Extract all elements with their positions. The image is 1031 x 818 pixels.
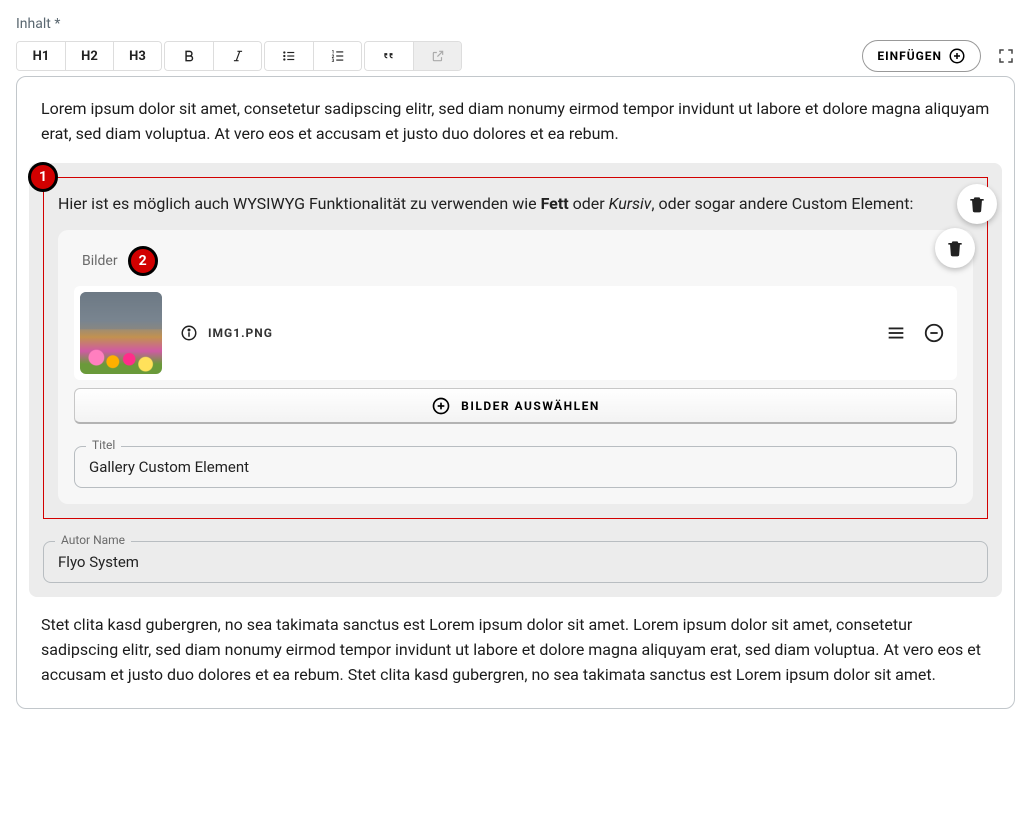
- select-images-label: BILDER AUSWÄHLEN: [461, 399, 600, 413]
- paragraph-top: Lorem ipsum dolor sit amet, consetetur s…: [41, 97, 990, 147]
- heading-group: H1 H2 H3: [16, 41, 162, 71]
- ordered-list-icon: 123: [330, 49, 346, 63]
- format-group: [164, 41, 262, 71]
- gallery-header-label: Bilder: [82, 253, 118, 269]
- text-fragment: , oder sogar andere Custom Element:: [651, 194, 913, 213]
- image-row-actions: [885, 322, 945, 344]
- fullscreen-button[interactable]: [997, 47, 1015, 65]
- misc-group: [364, 41, 462, 71]
- custom-element-block: 1 Hier ist es möglich auch WYSIWYG Funkt…: [29, 163, 1002, 598]
- author-input[interactable]: [43, 541, 988, 583]
- text-fragment: Hier ist es möglich auch WYSIWYG Funktio…: [58, 194, 541, 213]
- select-images-button[interactable]: BILDER AUSWÄHLEN: [74, 388, 957, 424]
- italic-button[interactable]: [213, 42, 261, 70]
- info-icon[interactable]: [180, 324, 198, 342]
- highlight-box: 1 Hier ist es möglich auch WYSIWYG Funkt…: [43, 177, 988, 520]
- insert-button[interactable]: EINFÜGEN: [862, 40, 981, 72]
- image-row: IMG1.PNG: [74, 286, 957, 380]
- delete-gallery-button[interactable]: [935, 228, 975, 268]
- gallery-card: Bilder 2 IMG1.PNG BILDER: [58, 230, 973, 504]
- insert-button-label: EINFÜGEN: [877, 49, 942, 63]
- text-fragment: oder: [569, 194, 609, 213]
- image-meta: IMG1.PNG: [180, 324, 867, 342]
- paragraph-bottom: Stet clita kasd gubergren, no sea takima…: [41, 613, 990, 687]
- annotation-badge-1: 1: [28, 162, 58, 192]
- annotation-badge-2: 2: [128, 246, 158, 276]
- field-label: Inhalt *: [16, 16, 1015, 32]
- custom-element-description: Hier ist es möglich auch WYSIWYG Funktio…: [58, 192, 973, 217]
- list-group: 123: [264, 41, 362, 71]
- italic-sample: Kursiv: [609, 194, 652, 213]
- fullscreen-icon: [997, 47, 1015, 65]
- bold-icon: [182, 49, 196, 63]
- editor-toolbar: H1 H2 H3 123 EINFÜGEN: [16, 40, 1015, 72]
- bullet-list-icon: [281, 49, 297, 63]
- toolbar-left: H1 H2 H3 123: [16, 41, 464, 71]
- trash-icon: [967, 194, 987, 214]
- bold-button[interactable]: [165, 42, 213, 70]
- svg-text:3: 3: [331, 58, 334, 63]
- title-field-wrapper: Titel: [74, 446, 957, 488]
- title-input[interactable]: [74, 446, 957, 488]
- h2-button[interactable]: H2: [65, 42, 113, 70]
- gallery-header: Bilder 2: [74, 246, 957, 276]
- ordered-list-button[interactable]: 123: [313, 42, 361, 70]
- italic-icon: [231, 49, 245, 63]
- remove-circle-icon[interactable]: [923, 322, 945, 344]
- delete-custom-element-button[interactable]: [957, 184, 997, 224]
- h3-button[interactable]: H3: [113, 42, 161, 70]
- plus-circle-icon: [431, 396, 451, 416]
- plus-circle-icon: [948, 47, 966, 65]
- external-link-icon: [431, 49, 445, 63]
- editor-area[interactable]: Lorem ipsum dolor sit amet, consetetur s…: [16, 76, 1015, 709]
- trash-icon: [945, 238, 965, 258]
- image-filename: IMG1.PNG: [208, 326, 273, 340]
- bullet-list-button[interactable]: [265, 42, 313, 70]
- title-field-label: Titel: [86, 438, 121, 452]
- drag-handle-icon[interactable]: [885, 322, 907, 344]
- quote-button[interactable]: [365, 42, 413, 70]
- bold-sample: Fett: [541, 194, 569, 213]
- open-link-button[interactable]: [413, 42, 461, 70]
- author-field-wrapper: Autor Name: [43, 541, 988, 583]
- quote-icon: [382, 49, 396, 63]
- h1-button[interactable]: H1: [17, 42, 65, 70]
- author-field-label: Autor Name: [55, 533, 131, 547]
- image-thumbnail[interactable]: [80, 292, 162, 374]
